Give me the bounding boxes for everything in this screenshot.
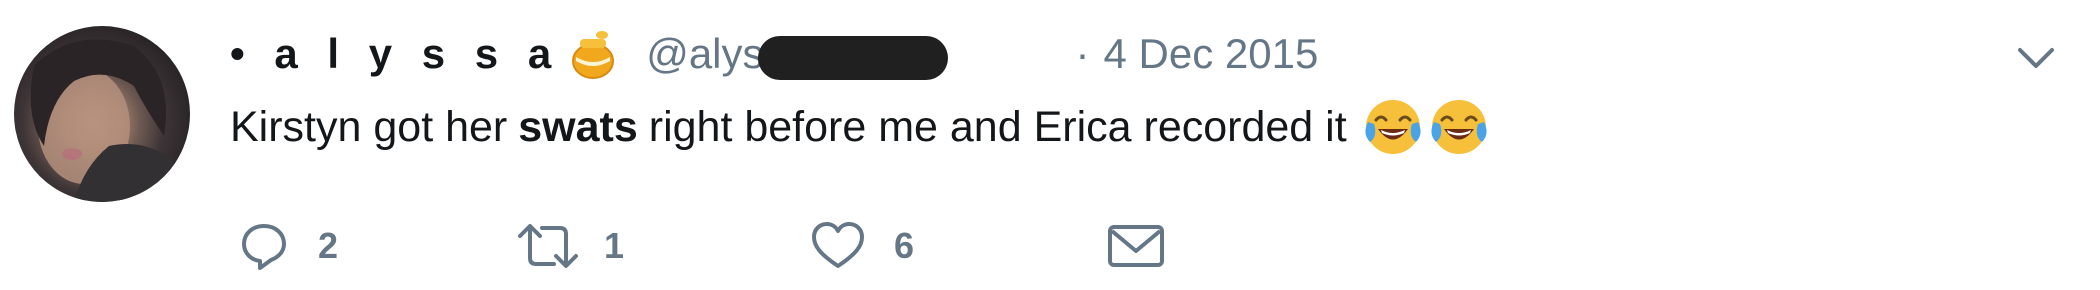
timestamp[interactable]: 4 Dec 2015	[1104, 30, 1319, 78]
reply-icon	[242, 224, 286, 270]
tweet-text-bold: swats	[518, 103, 638, 151]
direct-message-button[interactable]	[1106, 216, 1166, 276]
avatar[interactable]	[14, 26, 190, 202]
tweet-header: • a l y s s a @alys · 4 Dec 2015	[230, 24, 1318, 84]
tweet[interactable]: • a l y s s a @alys · 4 Dec 2015 Kirstyn…	[0, 0, 2100, 290]
tweet-text: Kirstyn got her swats right before me an…	[230, 96, 1490, 158]
redaction-scribble	[758, 36, 949, 80]
like-button[interactable]: 6	[810, 216, 914, 276]
like-count: 6	[894, 225, 915, 266]
avatar-photo	[30, 39, 190, 202]
user-handle[interactable]: @alys	[646, 30, 1063, 80]
retweet-icon	[518, 224, 578, 268]
heart-icon	[812, 222, 864, 268]
display-name[interactable]: • a l y s s a	[230, 30, 560, 78]
tweet-text-part2: right before me and Erica recorded it	[648, 103, 1347, 151]
retweet-button[interactable]: 1	[516, 216, 624, 276]
chevron-down-icon[interactable]	[2012, 40, 2060, 76]
honey-pot-icon	[566, 27, 620, 81]
laughing-crying-icon	[1428, 96, 1490, 158]
laughing-crying-icon	[1362, 96, 1424, 158]
tweet-text-part1: Kirstyn got her	[230, 103, 508, 151]
envelope-icon	[1108, 225, 1164, 267]
retweet-count: 1	[604, 225, 625, 266]
reply-button[interactable]: 2	[238, 216, 338, 276]
reply-count: 2	[318, 225, 339, 266]
handle-text: @alys	[646, 30, 764, 77]
separator-dot: ·	[1075, 30, 1090, 77]
